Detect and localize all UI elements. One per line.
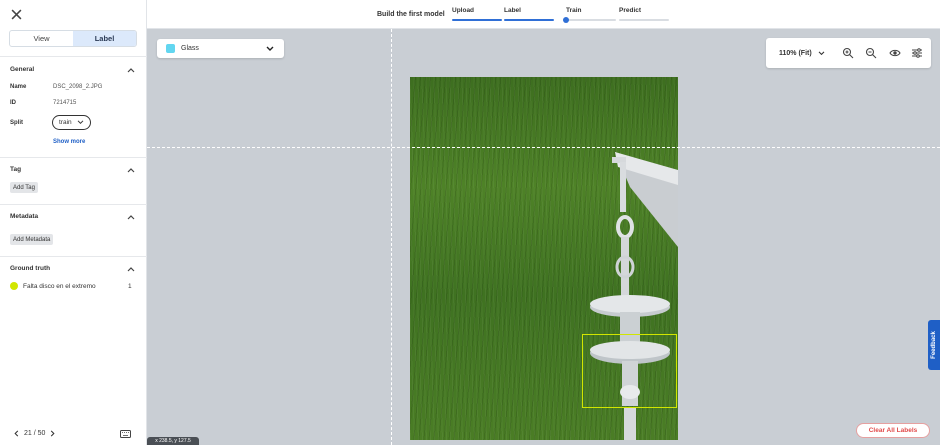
workflow-title: Build the first model	[377, 11, 445, 18]
id-label: ID	[10, 100, 16, 106]
ground-truth-item-count: 1	[128, 283, 132, 290]
tab-view[interactable]: View	[10, 31, 73, 46]
pager-text: 21 / 50	[24, 430, 46, 437]
add-metadata-button[interactable]: Add Metadata	[10, 234, 54, 245]
image-pager: 21 / 50	[14, 430, 55, 437]
view-label-toggle: View Label	[9, 30, 137, 47]
class-color-swatch	[166, 44, 175, 53]
cursor-coordinates: x 238.5, y 127.5	[147, 437, 199, 445]
step-upload[interactable]: Upload	[452, 7, 502, 21]
feedback-label: Feedback	[931, 331, 937, 359]
crosshair-vertical	[391, 29, 392, 445]
id-value: 7214715	[53, 100, 77, 106]
step-progress-bar	[619, 19, 669, 21]
step-progress-bar	[452, 19, 502, 21]
step-label: Predict	[619, 7, 642, 14]
step-progress-bar	[504, 19, 554, 21]
ground-truth-section-title: Ground truth	[10, 265, 51, 272]
zoom-toolbar: 110% (Fit)	[766, 38, 931, 68]
chevron-up-icon[interactable]	[127, 214, 135, 220]
divider	[0, 256, 147, 257]
step-label: Upload	[452, 7, 475, 14]
step-predict[interactable]: Predict	[619, 7, 669, 21]
name-value: DSC_2098_2.JPG	[53, 84, 103, 90]
show-more-link[interactable]: Show more	[53, 139, 85, 145]
adjust-sliders-icon[interactable]	[911, 47, 923, 59]
name-label: Name	[10, 84, 27, 90]
chevron-up-icon[interactable]	[127, 167, 135, 173]
ground-truth-item-name[interactable]: Falta disco en el extremo	[23, 283, 96, 290]
divider	[0, 204, 147, 205]
divider	[0, 157, 147, 158]
chevron-down-icon	[77, 120, 84, 125]
zoom-out-icon[interactable]	[865, 47, 877, 59]
zoom-level[interactable]: 110% (Fit)	[779, 50, 812, 57]
class-selector-value: Glass	[181, 45, 199, 52]
close-icon[interactable]	[11, 9, 22, 20]
bounding-box-annotation[interactable]	[582, 334, 677, 408]
split-select[interactable]: train	[52, 115, 91, 130]
current-step-dot	[563, 17, 569, 23]
chevron-up-icon[interactable]	[127, 67, 135, 73]
general-section-title: General	[10, 66, 35, 73]
crosshair-horizontal	[147, 147, 940, 148]
step-progress-bar	[563, 17, 616, 23]
tab-label[interactable]: Label	[73, 31, 136, 46]
step-label: Label	[504, 7, 521, 14]
split-label: Split	[10, 120, 23, 126]
divider	[0, 56, 147, 57]
class-selector[interactable]: Glass	[157, 39, 284, 58]
step-label: Train	[566, 7, 582, 14]
add-tag-button[interactable]: Add Tag	[10, 182, 38, 193]
chevron-down-icon	[266, 46, 274, 51]
clear-all-labels-button[interactable]: Clear All Labels	[856, 423, 930, 438]
labeling-canvas[interactable]: Glass 110% (Fit)	[147, 29, 940, 445]
step-train[interactable]: Train	[563, 7, 616, 23]
top-bar: Build the first model Upload Label Train…	[147, 0, 940, 29]
chevron-up-icon[interactable]	[127, 266, 135, 272]
step-label-step[interactable]: Label	[504, 7, 554, 21]
split-value: train	[59, 119, 72, 126]
ground-truth-color-dot	[10, 282, 18, 290]
metadata-section-title: Metadata	[10, 213, 39, 220]
sidebar: View Label General Name DSC_2098_2.JPG I…	[0, 0, 147, 445]
zoom-in-icon[interactable]	[842, 47, 854, 59]
chevron-right-icon[interactable]	[50, 430, 55, 437]
eye-icon[interactable]	[889, 47, 901, 59]
feedback-tab[interactable]: Feedback	[928, 320, 940, 370]
chevron-down-icon[interactable]	[818, 50, 825, 56]
tag-section-title: Tag	[10, 166, 22, 173]
chevron-left-icon[interactable]	[14, 430, 19, 437]
keyboard-icon[interactable]	[120, 430, 131, 438]
